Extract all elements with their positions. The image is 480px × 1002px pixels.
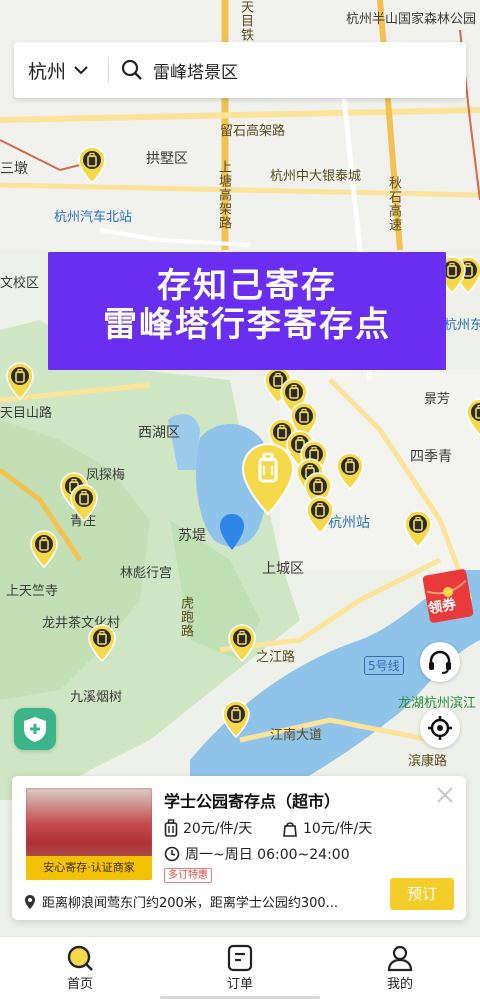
search-icon: [121, 59, 142, 80]
tab-orders[interactable]: 订单: [200, 943, 280, 992]
luggage-pin[interactable]: [222, 700, 250, 738]
search-bar: 杭州 雷峰塔景区: [14, 42, 466, 98]
map-label-gongshu: 拱墅区: [146, 151, 188, 167]
luggage-pin[interactable]: [306, 496, 334, 534]
banner-line-1: 存知己寄存: [157, 266, 337, 306]
city-name: 杭州: [28, 60, 67, 83]
bag-icon: [283, 822, 297, 837]
certified-badge: 安心寄存·认证商家: [26, 856, 152, 880]
map-label-liugu: 留石高架路: [220, 124, 286, 139]
map-label-sudi: 苏堤: [178, 528, 206, 544]
map-label-santun: 三墩: [0, 161, 28, 177]
search-input[interactable]: 雷峰塔景区: [121, 58, 238, 83]
divider: [108, 57, 109, 83]
luggage-pin[interactable]: [336, 452, 364, 490]
business-hours: 周一~周日 06:00~24:00: [185, 847, 350, 863]
coupon-button[interactable]: 领券: [420, 566, 480, 626]
map-label-qiushi: 秋石高速: [386, 176, 401, 232]
map-label-binkang: 滨康路: [408, 754, 448, 769]
luggage-pin[interactable]: [88, 624, 116, 662]
storage-point-card[interactable]: 安心寄存·认证商家 学士公园寄存点（超市） 20元/件/天 10元/件/天 周一…: [12, 776, 466, 920]
luggage-pin[interactable]: [228, 624, 256, 662]
current-location-pin: [220, 514, 244, 550]
tab-profile-label: 我的: [386, 977, 413, 992]
locate-me-button[interactable]: [420, 708, 460, 748]
store-title: 学士公园寄存点（超市）: [164, 792, 341, 811]
map-label-bus-station: 杭州汽车北站: [54, 210, 133, 225]
selected-luggage-pin[interactable]: [240, 442, 296, 516]
map-label-shangtang: 上塘高架路: [216, 160, 231, 230]
map-label-jiuxi: 九溪烟树: [70, 690, 123, 705]
promo-banner: 存知己寄存 雷峰塔行李寄存点: [48, 252, 446, 370]
insurance-button[interactable]: [14, 708, 56, 750]
bottom-tab-bar: 首页 订单 我的: [0, 936, 480, 1002]
map-label-zhijiang: 之江路: [256, 650, 296, 665]
map-label-xihu-district: 西湖区: [138, 425, 180, 441]
tab-profile[interactable]: 我的: [360, 943, 440, 992]
map-label-shangtianzhu: 上天竺寺: [6, 584, 59, 599]
luggage-pin[interactable]: [466, 398, 480, 436]
map-label-linbiao: 林彪行宫: [120, 566, 173, 581]
price-small: 10元/件/天: [303, 821, 373, 837]
shield-plus-icon: [24, 717, 46, 742]
close-icon[interactable]: [436, 786, 454, 804]
map-label-jiangnan: 江南大道: [270, 728, 323, 743]
map-label-shangcheng: 上城区: [262, 561, 304, 577]
city-selector[interactable]: 杭州: [14, 57, 108, 84]
discount-tag: 多订特惠: [164, 868, 212, 883]
user-icon: [387, 945, 413, 972]
map-label-jingfang: 景芳: [424, 392, 451, 407]
customer-service-button[interactable]: [420, 642, 460, 682]
luggage-pin[interactable]: [30, 530, 58, 568]
luggage-pin[interactable]: [404, 510, 432, 548]
distance-text: 距离柳浪闻莺东门约200米，距离学士公园约300...: [42, 896, 339, 911]
map-label-hupao: 虎跑路: [178, 596, 193, 638]
home-indicator: [160, 996, 320, 999]
map-label-sijiqing: 四季青: [410, 449, 452, 465]
map-label-xuefu: 文校区: [0, 276, 40, 291]
book-button[interactable]: 预订: [390, 878, 454, 910]
map-label-line5: 5号线: [364, 656, 404, 675]
headset-icon: [429, 650, 451, 674]
map-label-forest-park: 杭州半山国家森林公园: [346, 12, 477, 27]
map-label-tianmu: 天目山路: [0, 406, 53, 421]
clock-icon: [164, 846, 180, 862]
luggage-pin[interactable]: [78, 146, 106, 184]
price-small-row: 10元/件/天: [282, 818, 372, 838]
home-search-icon: [67, 945, 93, 971]
suitcase-icon: [164, 819, 178, 837]
map-label-hangzhou-east: 杭州东: [444, 318, 480, 333]
tab-home-label: 首页: [66, 977, 93, 992]
map-label-fengtan: 凤探梅: [86, 468, 126, 483]
luggage-pin[interactable]: [70, 484, 98, 522]
search-query: 雷峰塔景区: [153, 62, 238, 83]
store-photo: 安心寄存·认证商家: [26, 788, 152, 880]
banner-line-2: 雷峰塔行李寄存点: [103, 305, 391, 345]
tab-home[interactable]: 首页: [40, 943, 120, 992]
map-label-yintai: 杭州中大银泰城: [270, 169, 362, 184]
chevron-down-icon: [74, 66, 88, 75]
distance-row: 距离柳浪闻莺东门约200米，距离学士公园约300...: [24, 892, 338, 911]
map-label-hangzhou-station: 杭州站: [328, 515, 370, 531]
location-pin-icon: [25, 894, 35, 909]
price-large-row: 20元/件/天: [164, 818, 252, 838]
price-large: 20元/件/天: [183, 821, 253, 837]
hours-row: 周一~周日 06:00~24:00: [164, 844, 350, 864]
crosshair-icon: [428, 716, 452, 740]
orders-icon: [227, 944, 253, 972]
tab-orders-label: 订单: [226, 977, 253, 992]
luggage-pin[interactable]: [6, 362, 34, 400]
